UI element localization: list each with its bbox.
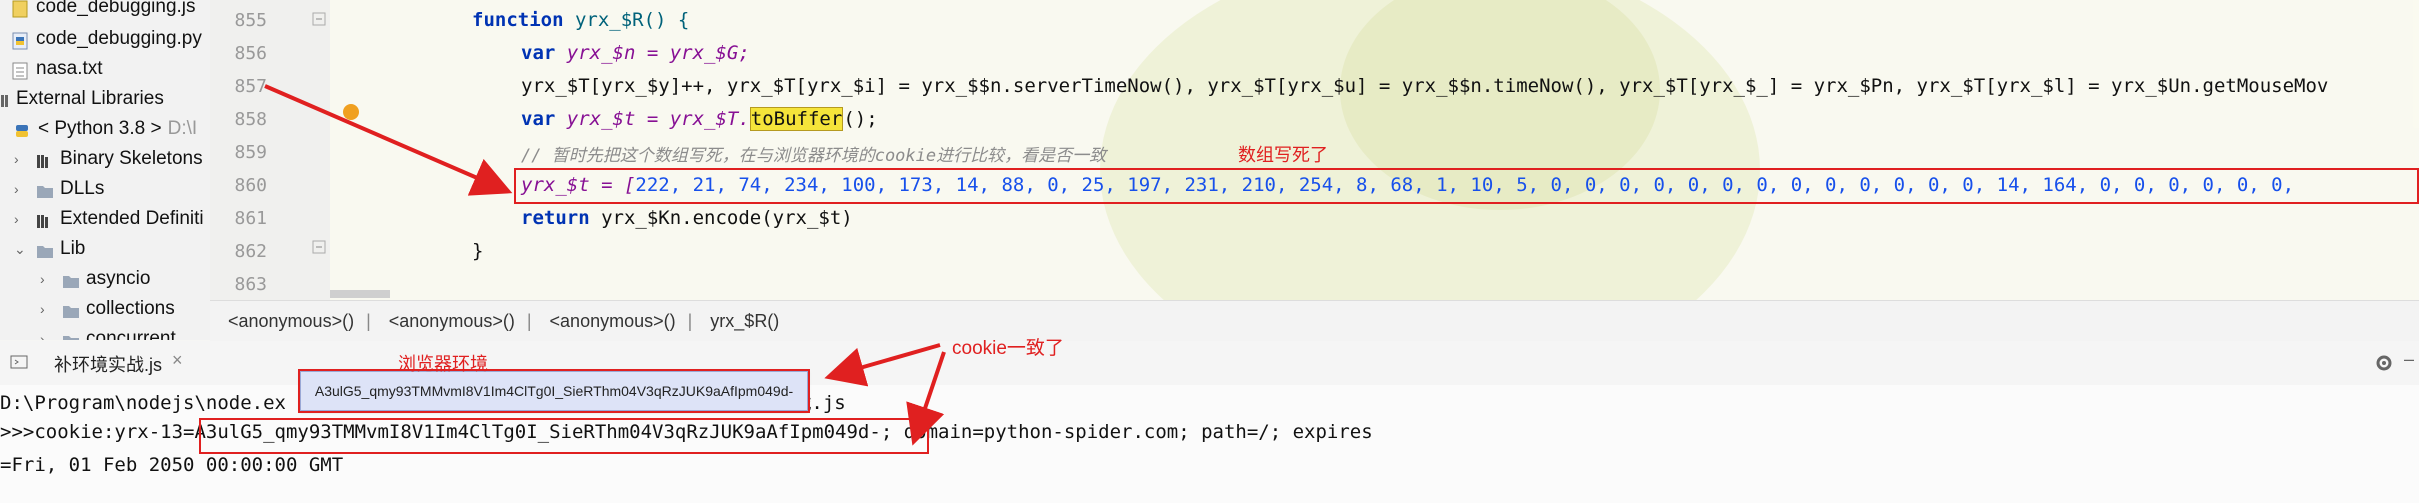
chevron-right-icon[interactable]: › (14, 182, 26, 196)
minimize-icon[interactable]: – (2404, 349, 2414, 370)
folder-icon (62, 330, 79, 340)
chevron-right-icon[interactable]: › (40, 332, 52, 340)
browser-cookie-highlight-box (298, 369, 810, 413)
tree-item-collections[interactable]: › collections (40, 294, 175, 324)
code-line: yrx_$T[yrx_$y]++, yrx_$T[yrx_$i] = yrx_$… (521, 75, 2329, 97)
folder-icon (62, 270, 79, 288)
tree-item-binary-skeletons[interactable]: › Binary Skeletons (14, 144, 203, 174)
chevron-right-icon[interactable]: › (40, 302, 52, 316)
tree-item-label: External Libraries (16, 88, 164, 109)
close-icon[interactable]: × (172, 350, 183, 371)
library-icon (36, 210, 52, 228)
python-file-icon (12, 30, 28, 50)
tree-item-label: Extended Definiti (60, 208, 204, 229)
breadcrumb-item[interactable]: <anonymous>() (228, 311, 354, 332)
folder-icon (36, 240, 53, 258)
folder-icon (36, 180, 53, 198)
gear-icon[interactable] (2374, 353, 2394, 373)
tree-item-path: D:\I (167, 118, 198, 139)
tree-item-lib[interactable]: ⌄ Lib (14, 234, 85, 264)
code-line: } (472, 240, 484, 262)
horizontal-scrollbar[interactable] (330, 290, 390, 298)
library-icon (36, 150, 52, 168)
tree-item-code-debugging-py[interactable]: code_debugging.py (12, 24, 202, 54)
line-number: 858 (234, 109, 267, 130)
tree-item-label: collections (86, 298, 175, 319)
code-line: var yrx_$t = yrx_$T.toBuffer(); (521, 107, 878, 131)
annotation-cookie-match: cookie一致了 (952, 338, 1064, 359)
highlighted-identifier: toBuffer (749, 107, 844, 131)
fold-icon[interactable] (312, 12, 326, 26)
tree-item-external-libraries[interactable]: External Libraries (0, 84, 164, 114)
annotation-array-hardcoded: 数组写死了 (1238, 145, 1328, 165)
run-tab-label[interactable]: 补环境实战.js (54, 351, 162, 377)
tree-item-label: concurrent (86, 328, 176, 340)
tree-item-asyncio[interactable]: › asyncio (40, 264, 150, 294)
console-line: =Fri, 01 Feb 2050 00:00:00 GMT (0, 454, 344, 476)
python-icon (14, 120, 30, 138)
annotation-browser-env: 浏览器环境 (398, 354, 488, 374)
cookie-highlight-box (199, 418, 929, 454)
tree-item-label: code_debugging.js (36, 0, 196, 17)
tree-item-label: asyncio (86, 268, 151, 289)
tree-item-label: DLLs (60, 178, 105, 199)
tree-item-code-debugging-js[interactable]: code_debugging.js (12, 0, 196, 22)
project-tree: code_debugging.js code_debugging.py nasa… (0, 0, 211, 340)
line-number: 862 (234, 241, 267, 262)
breadcrumb-item[interactable]: <anonymous>() (550, 311, 676, 332)
code-line: function yrx_$R() { (472, 9, 690, 31)
line-number: 855 (234, 10, 267, 31)
js-file-icon (12, 0, 28, 18)
tree-item-label: Lib (60, 238, 86, 259)
code-line: return yrx_$Kn.encode(yrx_$t) (521, 207, 853, 229)
fold-icon[interactable] (312, 240, 326, 254)
tree-item-nasa-txt[interactable]: nasa.txt (12, 54, 103, 84)
line-number: 857 (234, 76, 267, 97)
line-number: 860 (234, 175, 267, 196)
code-comment: // 暂时先把这个数组写死，在与浏览器环境的cookie进行比较，看是否一致 (521, 146, 1107, 166)
tree-item-label: nasa.txt (36, 58, 103, 79)
background-image (1100, 0, 1760, 300)
breadcrumb: <anonymous>() | <anonymous>() | <anonymous… (210, 300, 2419, 342)
line-number: 859 (234, 142, 267, 163)
tree-item-python-sdk[interactable]: < Python 3.8 > D:\I (14, 114, 197, 144)
breadcrumb-item[interactable]: yrx_$R() (710, 311, 779, 332)
array-highlight-box (514, 168, 2419, 204)
code-line: var yrx_$n = yrx_$G; (521, 42, 750, 64)
line-number: 856 (234, 43, 267, 64)
chevron-down-icon[interactable]: ⌄ (14, 242, 26, 256)
tree-item-concurrent[interactable]: › concurrent (40, 324, 176, 340)
tree-item-dlls[interactable]: › DLLs (14, 174, 104, 204)
run-icon (10, 355, 28, 369)
chevron-right-icon[interactable]: › (14, 152, 26, 166)
tree-item-label: code_debugging.py (36, 28, 202, 49)
line-number: 861 (234, 208, 267, 229)
breadcrumb-item[interactable]: <anonymous>() (389, 311, 515, 332)
chevron-right-icon[interactable]: › (14, 212, 26, 226)
library-icon (0, 90, 8, 108)
breakpoint-icon[interactable] (343, 104, 359, 120)
folder-icon (62, 300, 79, 318)
tree-item-label: Binary Skeletons (60, 148, 203, 169)
tree-item-label: < Python 3.8 > (38, 118, 162, 139)
tree-item-extended-definitions[interactable]: › Extended Definiti (14, 204, 204, 234)
text-file-icon (12, 60, 28, 80)
line-number: 863 (234, 274, 267, 295)
chevron-right-icon[interactable]: › (40, 272, 52, 286)
